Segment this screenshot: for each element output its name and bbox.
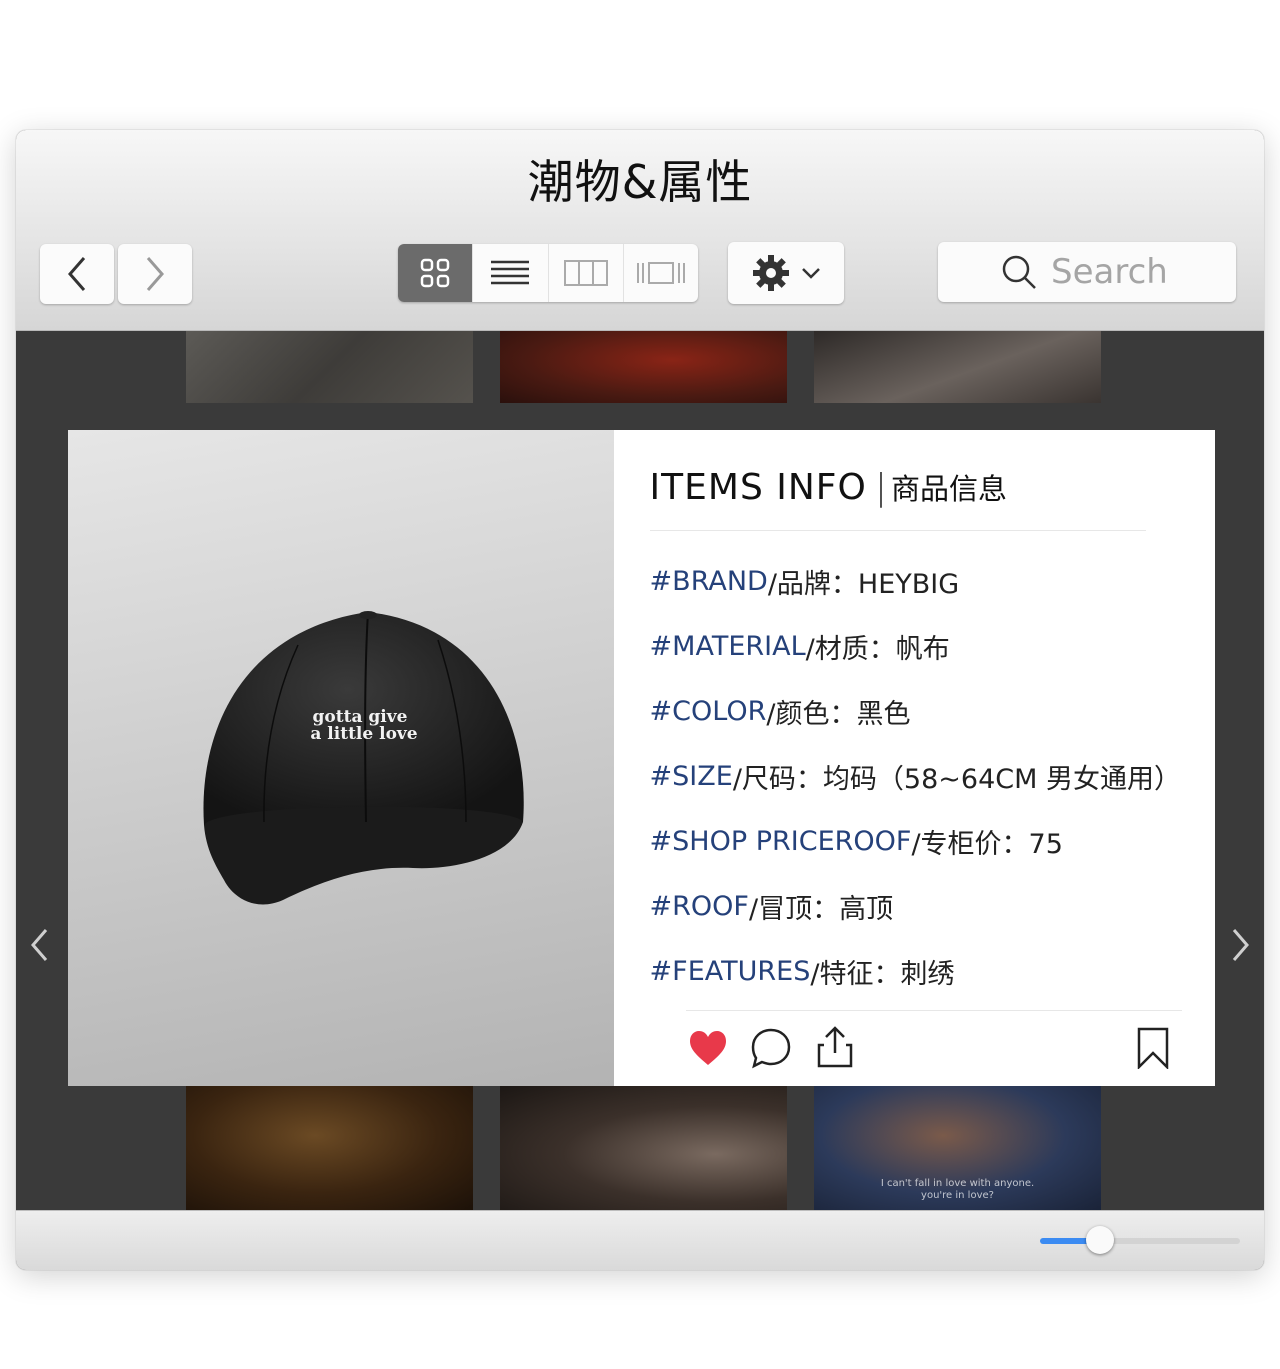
info-heading-separator: |: [874, 467, 887, 508]
gallery-thumbnail[interactable]: [500, 1086, 787, 1210]
attribute-tag[interactable]: #FEATURES: [650, 956, 811, 987]
attribute-row-roof: #ROOF/冒顶：高顶: [650, 874, 1181, 939]
attribute-tag[interactable]: #MATERIAL: [650, 631, 806, 662]
attribute-tag[interactable]: #BRAND: [650, 566, 768, 597]
attribute-row-brand: #BRAND/品牌：HEYBIG: [650, 549, 1181, 614]
attribute-value: /品牌：HEYBIG: [767, 569, 960, 600]
zoom-slider-handle[interactable]: [1086, 1226, 1114, 1254]
attribute-row-features: #FEATURES/特征：刺绣: [650, 939, 1181, 1004]
attribute-row-color: #COLOR/颜色：黑色: [650, 679, 1181, 744]
attribute-row-size: #SIZE/尺码：均码（58~64CM 男女通用）: [650, 744, 1181, 809]
previous-item-button[interactable]: [28, 927, 50, 967]
attribute-tag[interactable]: #COLOR: [650, 696, 767, 727]
column-view-icon: [563, 260, 608, 286]
attribute-value: /尺码：均码（58~64CM 男女通用）: [732, 764, 1181, 795]
comment-icon[interactable]: [750, 1027, 792, 1069]
action-bar: [686, 1010, 1182, 1087]
app-window: 潮物&属性 Search I can't fall in love with a…: [16, 130, 1264, 1270]
bookmark-icon[interactable]: [1136, 1027, 1170, 1069]
chevron-left-icon: [68, 257, 86, 291]
forward-button[interactable]: [118, 244, 192, 304]
gallery-thumbnail[interactable]: I can't fall in love with anyone. you're…: [814, 1086, 1101, 1210]
next-item-button[interactable]: [1230, 927, 1252, 967]
attribute-row-material: #MATERIAL/材质：帆布: [650, 614, 1181, 679]
settings-button[interactable]: [728, 242, 844, 304]
attribute-value: /颜色：黑色: [766, 699, 911, 730]
column-view-button[interactable]: [549, 244, 624, 302]
product-photo: gotta give a little love: [68, 430, 614, 1086]
item-detail-card: gotta give a little love ITEMS INFO | 商品信息…: [68, 430, 1215, 1086]
chevron-down-icon: [802, 268, 820, 279]
back-button[interactable]: [40, 244, 114, 304]
caption-line: I can't fall in love with anyone.: [880, 1178, 1035, 1189]
info-heading-en: ITEMS INFO: [649, 467, 867, 508]
gallery-thumbnail[interactable]: [186, 331, 473, 403]
chevron-right-icon: [1232, 929, 1249, 961]
toolbar: 潮物&属性: [16, 130, 1264, 331]
search-input[interactable]: [1049, 251, 1173, 293]
status-bar: [16, 1210, 1264, 1270]
gallery-thumbnail[interactable]: [186, 1086, 473, 1210]
item-info-panel: ITEMS INFO | 商品信息 #BRAND/品牌：HEYBIG #MATERI…: [614, 430, 1215, 1086]
attribute-value: /冒顶：高顶: [748, 894, 894, 925]
attribute-tag[interactable]: #SIZE: [650, 761, 733, 792]
baseball-cap-image: gotta give a little love: [203, 611, 524, 905]
attribute-value: /特征：刺绣: [810, 959, 955, 990]
attribute-list: #BRAND/品牌：HEYBIG #MATERIAL/材质：帆布 #COLOR /…: [650, 549, 1181, 1004]
gear-icon: [753, 255, 789, 291]
thumbnail-caption: I can't fall in love with anyone. you're…: [814, 1178, 1101, 1202]
view-mode-switcher: [398, 244, 698, 302]
coverflow-view-button[interactable]: [624, 244, 698, 302]
gallery-thumbnail[interactable]: [500, 331, 787, 403]
attribute-tag[interactable]: #ROOF: [650, 891, 749, 922]
search-icon: [1002, 255, 1036, 289]
grid-view-button[interactable]: [398, 244, 474, 302]
coverflow-view-icon: [636, 262, 685, 284]
share-icon[interactable]: [816, 1025, 854, 1069]
window-title: 潮物&属性: [527, 155, 753, 209]
attribute-row-price: #SHOP PRICEROOF/专柜价：75: [650, 809, 1181, 874]
attribute-value: /专柜价：75: [911, 829, 1063, 860]
gallery-thumbnail[interactable]: [814, 331, 1101, 403]
cap-embroidery-text: a little love: [310, 724, 417, 744]
zoom-slider[interactable]: [1040, 1226, 1240, 1254]
list-view-button[interactable]: [473, 244, 549, 302]
info-heading-cn: 商品信息: [891, 472, 1008, 506]
search-field[interactable]: [938, 242, 1236, 302]
attribute-value: /材质：帆布: [805, 634, 950, 665]
grid-view-icon: [420, 258, 450, 288]
caption-line: you're in love?: [921, 1190, 994, 1201]
heart-icon[interactable]: [688, 1029, 728, 1067]
gallery-area: I can't fall in love with anyone. you're…: [18, 331, 1262, 1210]
list-view-icon: [491, 260, 530, 285]
attribute-tag[interactable]: #SHOP PRICEROOF: [650, 826, 912, 857]
chevron-left-icon: [31, 929, 48, 961]
info-heading: ITEMS INFO | 商品信息: [649, 466, 1146, 531]
chevron-right-icon: [146, 257, 164, 291]
